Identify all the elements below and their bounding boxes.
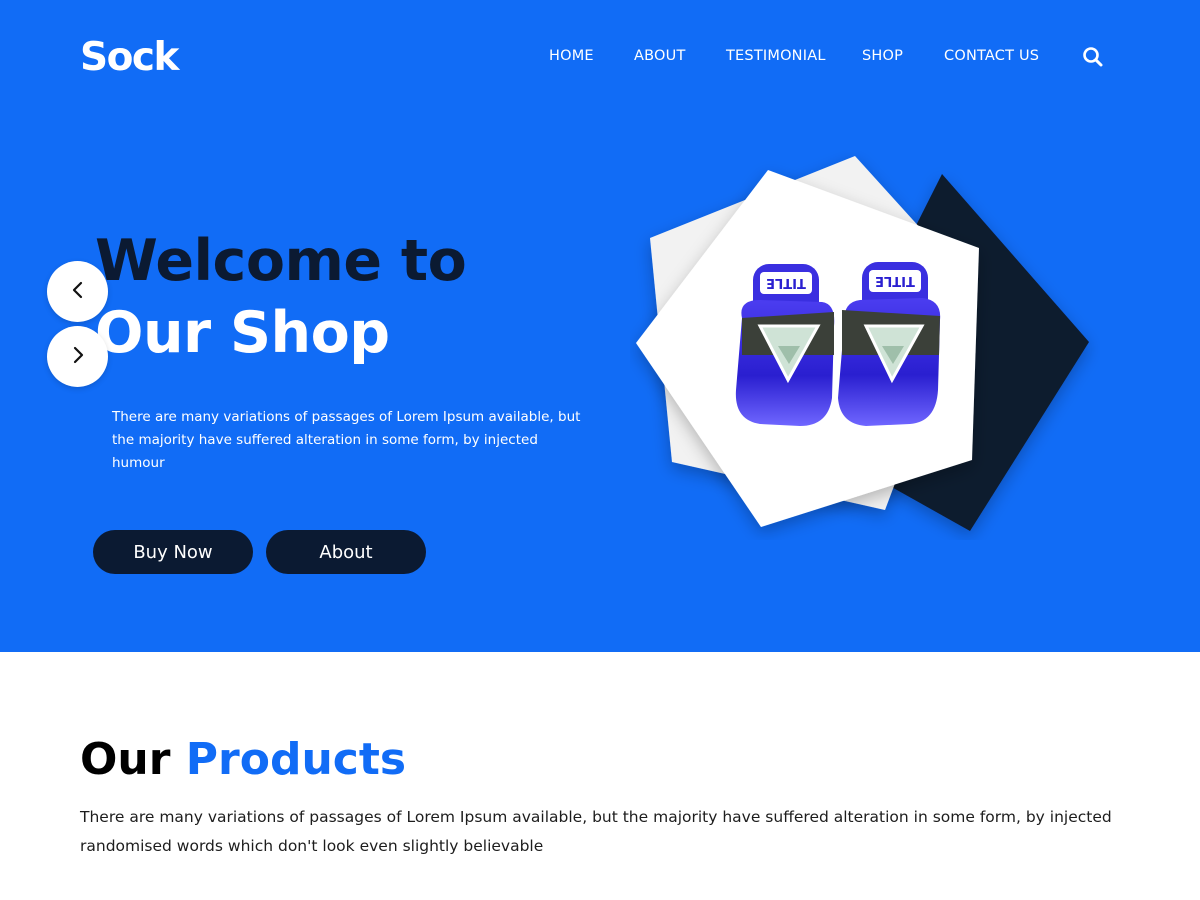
nav-testimonial[interactable]: TESTIMONIAL — [726, 44, 826, 68]
svg-text:TITLE: TITLE — [766, 275, 806, 290]
chevron-left-icon — [70, 280, 86, 304]
search-icon[interactable] — [1080, 44, 1106, 70]
hero-product-image: TITLE TITLE — [630, 150, 1100, 540]
nav-about[interactable]: ABOUT — [634, 44, 686, 68]
nav-contact-us[interactable]: CONTACT US — [944, 44, 1039, 68]
about-button[interactable]: About — [266, 530, 426, 574]
hero-headline-line1: Welcome to — [95, 228, 467, 294]
products-title-part2: Products — [185, 734, 407, 785]
nav-shop[interactable]: SHOP — [862, 44, 903, 68]
products-description: There are many variations of passages of… — [80, 808, 1112, 855]
products-title: Our Products — [80, 730, 406, 790]
hero-headline-line2: Our Shop — [95, 300, 390, 366]
hero-description: There are many variations of passages of… — [112, 409, 581, 471]
slider-prev-button[interactable] — [47, 261, 108, 322]
buy-now-button[interactable]: Buy Now — [93, 530, 253, 574]
slider-next-button[interactable] — [47, 326, 108, 387]
nav-home[interactable]: HOME — [549, 44, 594, 68]
products-title-part1: Our — [80, 734, 171, 785]
svg-text:TITLE: TITLE — [875, 273, 915, 288]
hero-section: Sock HOME ABOUT TESTIMONIAL SHOP CONTACT… — [0, 0, 1200, 652]
chevron-right-icon — [70, 345, 86, 369]
logo[interactable]: Sock — [80, 34, 179, 82]
